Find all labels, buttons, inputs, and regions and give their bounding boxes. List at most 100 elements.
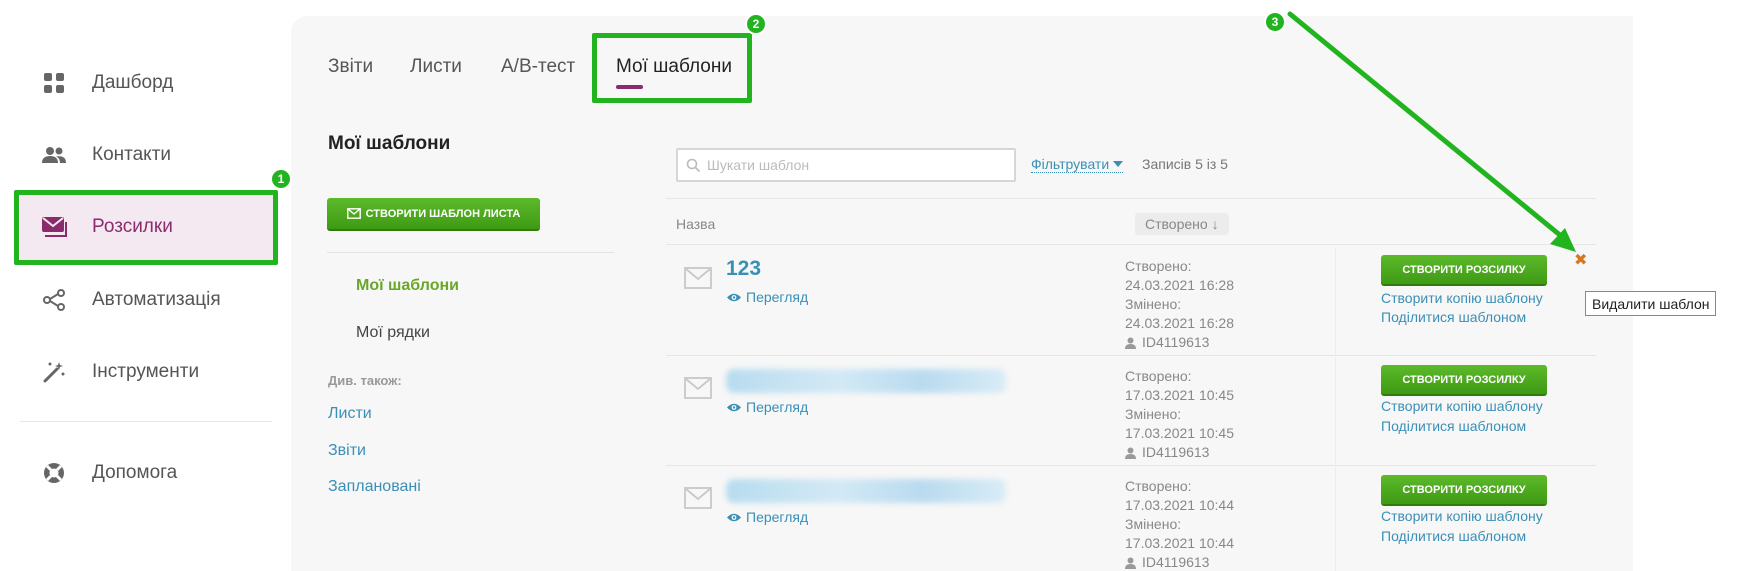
created-label: Створено: bbox=[1125, 478, 1192, 494]
create-campaign-button[interactable]: СТВОРИТИ РОЗСИЛКУ bbox=[1381, 475, 1547, 506]
modified-label: Змінено: bbox=[1125, 406, 1182, 422]
sidebar-item-label: Інструменти bbox=[92, 361, 200, 382]
sidebar-item-label: Допомога bbox=[92, 462, 178, 483]
created-date: 24.03.2021 16:28 bbox=[1125, 277, 1234, 293]
eye-icon bbox=[727, 513, 741, 521]
created-label: Створено: bbox=[1125, 368, 1192, 384]
owner: ID4119613 bbox=[1125, 553, 1234, 571]
owner-id: ID4119613 bbox=[1142, 554, 1210, 570]
preview-link[interactable]: Перегляд bbox=[726, 399, 808, 415]
envelope-icon bbox=[684, 267, 712, 289]
annotation-highlight-my-templates bbox=[592, 33, 752, 103]
eye-icon bbox=[727, 403, 741, 411]
column-header-name: Назва bbox=[676, 216, 716, 232]
sidebar-item-dashboard[interactable]: Дашборд bbox=[20, 49, 275, 117]
sidebar-divider bbox=[20, 421, 272, 422]
modified-label: Змінено: bbox=[1125, 516, 1182, 532]
records-count: Записів 5 із 5 bbox=[1142, 156, 1228, 172]
share-template-link[interactable]: Поділитися шаблоном bbox=[1381, 418, 1526, 434]
user-icon bbox=[1125, 447, 1136, 459]
eye-icon bbox=[727, 293, 741, 301]
annotation-badge-2: 2 bbox=[745, 13, 767, 35]
lifebuoy-icon bbox=[40, 459, 68, 487]
template-meta: Створено: 17.03.2021 10:44 Змінено: 17.0… bbox=[1125, 477, 1234, 571]
tab-letters[interactable]: Листи bbox=[410, 56, 462, 78]
see-also-reports-link[interactable]: Звіти bbox=[328, 442, 366, 460]
preview-label: Перегляд bbox=[746, 289, 809, 305]
table-row: Перегляд Створено: 17.03.2021 10:45 Змін… bbox=[666, 357, 1596, 465]
modified-date: 17.03.2021 10:45 bbox=[1125, 425, 1234, 441]
sidebar-item-tools[interactable]: Інструменти bbox=[20, 338, 275, 406]
annotation-highlight-campaigns bbox=[14, 190, 278, 265]
sidebar-item-label: Контакти bbox=[92, 144, 172, 165]
copy-template-link[interactable]: Створити копію шаблону bbox=[1381, 398, 1543, 414]
create-template-button[interactable]: СТВОРИТИ ШАБЛОН ЛИСТА bbox=[327, 198, 540, 231]
envelope-icon bbox=[684, 487, 712, 509]
filter-dropdown[interactable]: Фільтрувати bbox=[1031, 156, 1124, 173]
modified-label: Змінено: bbox=[1125, 296, 1182, 312]
create-campaign-button[interactable]: СТВОРИТИ РОЗСИЛКУ bbox=[1381, 365, 1547, 396]
annotation-badge-3: 3 bbox=[1264, 11, 1286, 33]
annotation-badge-1: 1 bbox=[270, 168, 292, 190]
template-name-link-redacted[interactable] bbox=[726, 369, 1006, 393]
nav-my-rows[interactable]: Мої рядки bbox=[356, 324, 430, 342]
column-separator bbox=[1335, 467, 1336, 571]
modified-date: 24.03.2021 16:28 bbox=[1125, 315, 1234, 331]
row-divider bbox=[666, 355, 1596, 356]
create-template-label: СТВОРИТИ ШАБЛОН ЛИСТА bbox=[365, 207, 521, 220]
see-also-label: Див. також: bbox=[328, 373, 402, 388]
preview-label: Перегляд bbox=[746, 509, 809, 525]
owner-id: ID4119613 bbox=[1142, 334, 1210, 350]
column-separator bbox=[1335, 247, 1336, 355]
row-divider bbox=[666, 465, 1596, 466]
caret-down-icon bbox=[1113, 161, 1124, 167]
create-campaign-button[interactable]: СТВОРИТИ РОЗСИЛКУ bbox=[1381, 255, 1547, 286]
created-date: 17.03.2021 10:45 bbox=[1125, 387, 1234, 403]
search-icon bbox=[686, 158, 701, 172]
table-header-divider bbox=[666, 244, 1596, 245]
grid-icon bbox=[40, 69, 68, 97]
close-icon[interactable]: ✖ bbox=[1574, 250, 1587, 270]
copy-template-link[interactable]: Створити копію шаблону bbox=[1381, 290, 1543, 306]
envelope-icon bbox=[684, 377, 712, 399]
user-icon bbox=[1125, 337, 1136, 349]
template-name-link[interactable]: 123 bbox=[726, 257, 761, 281]
see-also-letters-link[interactable]: Листи bbox=[328, 405, 372, 423]
table-row: 123 Перегляд Створено: 24.03.2021 16:28 … bbox=[666, 247, 1596, 355]
sidebar-item-automation[interactable]: Автоматизація bbox=[20, 266, 275, 334]
created-label: Створено: bbox=[1125, 258, 1192, 274]
preview-label: Перегляд bbox=[746, 399, 809, 415]
sidebar-item-label: Дашборд bbox=[92, 72, 174, 93]
sidebar-item-contacts[interactable]: Контакти bbox=[20, 121, 275, 189]
envelope-icon bbox=[346, 208, 361, 219]
page-title: Мої шаблони bbox=[328, 133, 451, 154]
see-also-scheduled-link[interactable]: Заплановані bbox=[328, 478, 421, 496]
column-separator bbox=[1335, 357, 1336, 465]
column-header-created-sort[interactable]: Створено ↓ bbox=[1135, 213, 1229, 235]
nav-my-templates[interactable]: Мої шаблони bbox=[356, 277, 459, 295]
users-icon bbox=[40, 141, 68, 169]
copy-template-link[interactable]: Створити копію шаблону bbox=[1381, 508, 1543, 524]
magic-wand-icon bbox=[40, 358, 68, 386]
preview-link[interactable]: Перегляд bbox=[726, 509, 808, 525]
tab-ab-test[interactable]: A/B-тест bbox=[501, 56, 575, 78]
sidebar-item-help[interactable]: Допомога bbox=[20, 439, 275, 507]
sidebar-item-label: Автоматизація bbox=[92, 289, 221, 310]
template-name-link-redacted[interactable] bbox=[726, 479, 1006, 503]
share-template-link[interactable]: Поділитися шаблоном bbox=[1381, 309, 1526, 325]
search-input[interactable] bbox=[707, 157, 997, 173]
table-top-divider bbox=[666, 198, 1596, 199]
template-meta: Створено: 17.03.2021 10:45 Змінено: 17.0… bbox=[1125, 367, 1234, 462]
table-row: Перегляд Створено: 17.03.2021 10:44 Змін… bbox=[666, 467, 1596, 571]
preview-link[interactable]: Перегляд bbox=[726, 289, 808, 305]
tab-reports[interactable]: Звіти bbox=[328, 56, 373, 78]
modified-date: 17.03.2021 10:44 bbox=[1125, 535, 1234, 551]
owner: ID4119613 bbox=[1125, 443, 1234, 462]
user-icon bbox=[1125, 557, 1136, 569]
filter-label: Фільтрувати bbox=[1031, 156, 1110, 172]
sidebar: Дашборд Контакти Розсилки Автоматизація … bbox=[0, 0, 290, 571]
search-box bbox=[676, 148, 1016, 182]
share-template-link[interactable]: Поділитися шаблоном bbox=[1381, 528, 1526, 544]
left-divider bbox=[327, 252, 614, 253]
created-date: 17.03.2021 10:44 bbox=[1125, 497, 1234, 513]
